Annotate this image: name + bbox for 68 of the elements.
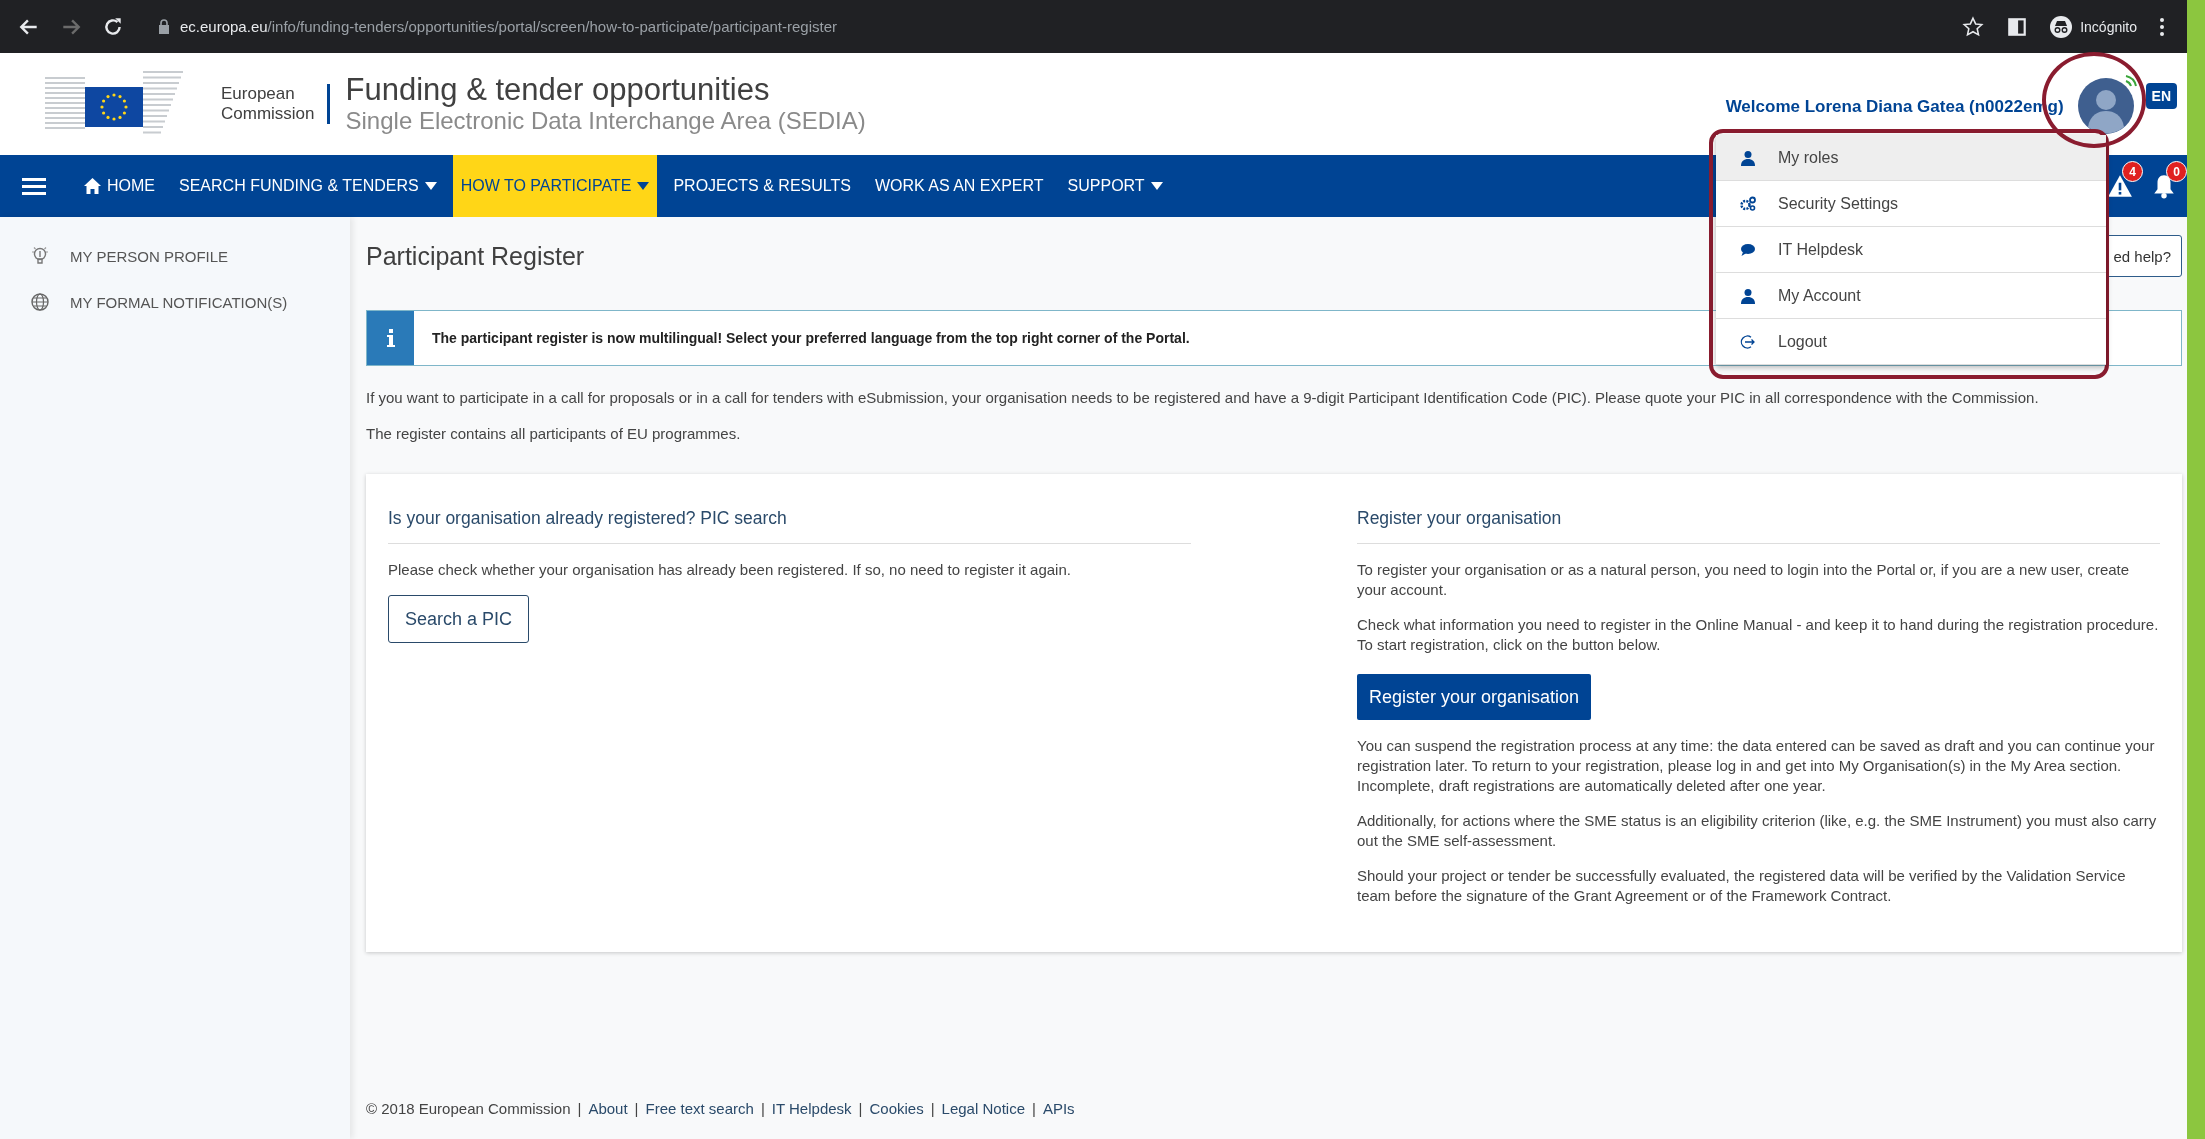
incognito-icon [2050, 15, 2073, 38]
caret-icon [637, 182, 650, 190]
count-badge: 4 [2122, 161, 2143, 182]
reload-icon[interactable] [102, 15, 124, 38]
footer-link[interactable]: Free text search [645, 1100, 754, 1117]
nav-item[interactable]: WORK AS AN EXPERT [866, 155, 1052, 217]
footer-separator: | [577, 1100, 582, 1117]
paragraph: Please check whether your organisation has already been registered. If so, no need to register it again. [388, 560, 1072, 580]
menu-icon[interactable] [22, 176, 46, 196]
menu-item[interactable]: My Account [1716, 273, 2106, 319]
info-icon [386, 329, 395, 347]
person-icon [1740, 287, 1756, 304]
footer-link[interactable]: APIs [1042, 1100, 1075, 1117]
paragraph: Should your project or tender be successfully evaluated, the registered data will be verified by the Validation Service team before the signature of the Grant Agreement or of the Framework Contract. [1357, 866, 2127, 906]
nav-item[interactable]: PROJECTS & RESULTS [665, 155, 859, 217]
menu-item[interactable]: Logout [1716, 319, 2106, 365]
caret-icon [1150, 182, 1163, 190]
menu-item[interactable]: My roles [1716, 135, 2106, 181]
person-icon [1740, 149, 1756, 166]
menu-item[interactable]: Security Settings [1716, 181, 2106, 227]
search-pic-button[interactable]: Search a PIC [388, 595, 530, 643]
avatar-icon[interactable] [2075, 73, 2138, 135]
paragraph: Check what information you need to register in the Online Manual - and keep it to hand during the registration procedure. To start registration, click on the button below. [1357, 615, 2160, 655]
nav-item[interactable]: HOME [76, 155, 163, 217]
site-subtitle: Single Electronic Data Interchange Area (SEDIA) [345, 107, 866, 137]
lock-icon [158, 19, 170, 34]
register-button[interactable]: Register your organisation [1357, 674, 1592, 720]
logo-text: European Commission [221, 83, 330, 125]
intro-paragraph: The register contains all participants of EU programmes. [366, 424, 742, 444]
intro-paragraph: If you want to participate in a call for proposals or in a call for tenders with eSubmission, your organisation needs to be registered and have a 9-digit Participant Identification Code (PIC). Please quote your PIC in all correspondence with the Commission. [366, 388, 2040, 408]
footer-separator: | [760, 1100, 765, 1117]
side-panel-icon[interactable] [2006, 15, 2029, 38]
language-badge[interactable]: EN [2145, 83, 2177, 109]
chat-bubble-icon [1740, 241, 1756, 258]
page-title: Participant Register [366, 241, 585, 271]
footer-link[interactable]: Cookies [869, 1100, 924, 1117]
count-badge: 0 [2166, 161, 2187, 182]
sidebar-item[interactable]: MY PERSON PROFILE [70, 233, 229, 279]
section-heading: Is your organisation already registered? PIC search [388, 508, 1191, 544]
lightbulb-icon [30, 246, 50, 266]
sidebar-item[interactable]: MY FORMAL NOTIFICATION(S) [70, 279, 288, 325]
home-icon [84, 178, 101, 194]
nav-item[interactable]: SEARCH FUNDING & TENDERS [171, 155, 445, 217]
paragraph: Additionally, for actions where the SME status is an eligibility criterion (like, e.g. the SME Instrument) you must also carry out the SME self-assessment. [1357, 811, 2158, 851]
more-menu-icon[interactable] [2159, 16, 2165, 37]
menu-item[interactable]: IT Helpdesk [1716, 227, 2106, 273]
paragraph: You can suspend the registration process at any time: the data entered can be saved as draft and you can continue your registration later. To return to your registration, please log in and get into My Organisation(s) in the My Area section. Incomplete, draft registrations are automatically deleted after one year. [1357, 736, 2156, 796]
footer-separator: | [858, 1100, 863, 1117]
logout-icon [1740, 333, 1756, 350]
section-heading: Register your organisation [1357, 508, 2160, 544]
footer-separator: | [1032, 1100, 1036, 1117]
url-text[interactable]: ec.europa.eu/info/funding-tenders/opportunities/portal/screen/how-to-participate/participant-register [180, 18, 838, 35]
footer-link[interactable]: IT Helpdesk [771, 1100, 852, 1117]
nav-item[interactable]: SUPPORT [1059, 155, 1171, 217]
gears-icon [1740, 195, 1756, 212]
footer-separator: | [634, 1100, 639, 1117]
site-title: Funding & tender opportunities [345, 71, 771, 108]
nav-item[interactable]: HOW TO PARTICIPATE [452, 155, 658, 217]
copyright-text: © 2018 European Commission [366, 1100, 571, 1117]
star-icon[interactable] [1962, 15, 1985, 38]
footer-link[interactable]: Legal Notice [941, 1100, 1025, 1117]
footer-link[interactable]: About [588, 1100, 628, 1117]
footer-separator: | [930, 1100, 935, 1117]
notice-text: The participant register is now multilingual! Select your preferred language from the top right corner of the Portal. [432, 330, 1190, 346]
paragraph: To register your organisation or as a natural person, you need to login into the Portal or, if you are a new user, create your account. [1357, 560, 2131, 600]
profile-label[interactable]: Incógnito [2080, 18, 2137, 35]
globe-icon [30, 292, 50, 312]
caret-icon [424, 182, 437, 190]
